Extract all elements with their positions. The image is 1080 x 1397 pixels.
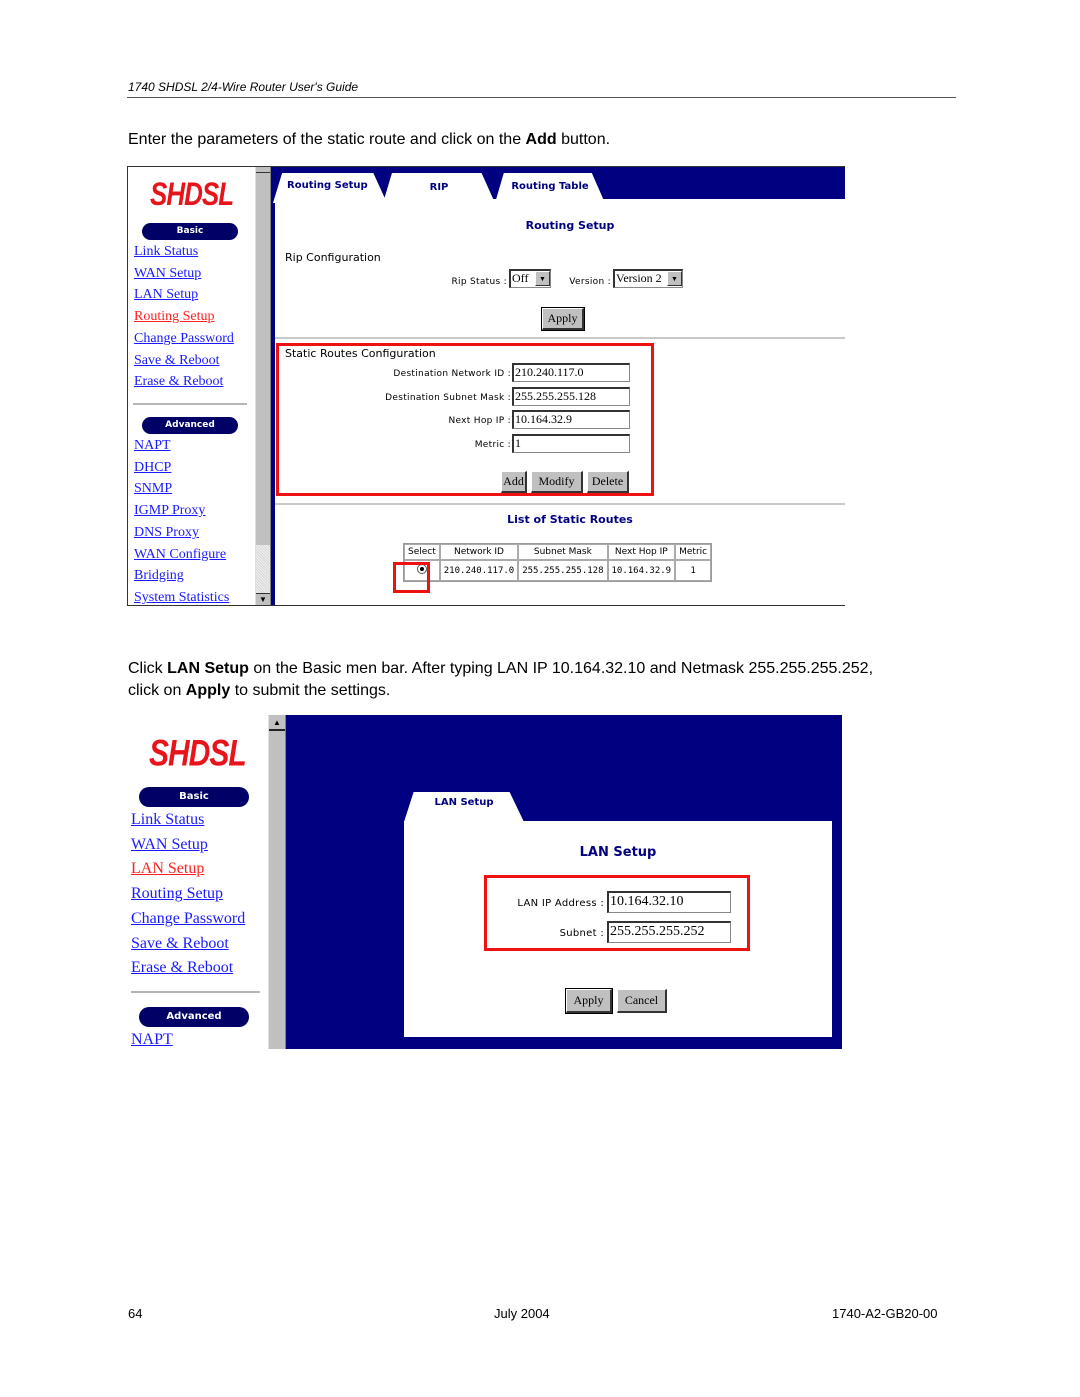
sidebar-item-napt[interactable]: NAPT (131, 1031, 173, 1049)
list-title: List of Static Routes (507, 513, 633, 526)
para2-text: Click (128, 660, 168, 677)
sidebar-item-routing-setup[interactable]: Routing Setup (134, 309, 215, 325)
lan-panel: LAN Setup LAN IP Address :10.164.32.10 Su… (404, 821, 832, 1037)
version-select[interactable]: Version 2 ▼ (613, 269, 683, 288)
sidebar-item-dns-proxy[interactable]: DNS Proxy (134, 525, 199, 541)
sidebar-item-erase-and-reboot[interactable]: Erase & Reboot (131, 959, 233, 977)
basic-section-header: Basic (139, 787, 249, 807)
sidebar-scrollbar[interactable]: ▲ (268, 715, 286, 1049)
sidebar-item-lan-setup[interactable]: LAN Setup (134, 287, 198, 303)
sidebar-item-save-and-reboot[interactable]: Save & Reboot (134, 353, 220, 369)
page-title: LAN Setup (579, 845, 657, 860)
instruction-paragraph-2: Click LAN Setup on the Basic men bar. Af… (128, 658, 873, 702)
table-row: 210.240.117.0 255.255.255.128 10.164.32.9 1 (404, 560, 712, 581)
para1-text: Enter the parameters of the static route… (128, 131, 526, 148)
sidebar-divider (131, 991, 260, 993)
page-title: Routing Setup (525, 219, 615, 232)
content-frame: Routing Setup RIP Routing Table Routing … (271, 167, 845, 605)
table-header-row: Select Network ID Subnet Mask Next Hop IP Me… (404, 544, 712, 560)
scroll-down-icon[interactable]: ▼ (256, 593, 270, 605)
content-frame: LAN Setup LAN Setup LAN IP Address :10.1… (286, 715, 842, 1049)
sidebar-item-link-status[interactable]: Link Status (134, 244, 198, 260)
chevron-down-icon[interactable]: ▼ (535, 271, 550, 286)
running-header: 1740 SHDSL 2/4-Wire Router User's Guide (128, 80, 359, 94)
sidebar-item-napt[interactable]: NAPT (134, 438, 171, 454)
rip-apply-button[interactable]: Apply (541, 307, 585, 331)
cell-network-id: 210.240.117.0 (439, 560, 519, 581)
version-value: Version 2 (616, 271, 662, 285)
sidebar-item-igmp-proxy[interactable]: IGMP Proxy (134, 503, 205, 519)
lan-fields-highlight (484, 875, 750, 951)
sidebar-divider (133, 403, 247, 405)
scroll-up-arrow[interactable] (256, 167, 270, 173)
sidebar-item-dhcp[interactable]: DHCP (134, 460, 171, 476)
static-routes-table: Select Network ID Subnet Mask Next Hop IP Me… (403, 543, 713, 582)
footer-date: July 2004 (494, 1306, 550, 1321)
sidebar-item-erase-and-reboot[interactable]: Erase & Reboot (134, 374, 223, 390)
sidebar-item-change-password[interactable]: Change Password (131, 910, 245, 928)
cell-next-hop: 10.164.32.9 (607, 560, 676, 581)
shdsl-logo: SHDSL (149, 732, 247, 774)
table-body: 210.240.117.0 255.255.255.128 10.164.32.9 1 (404, 560, 712, 581)
column-header-next-hop-ip: Next Hop IP (607, 544, 676, 560)
cell-subnet-mask: 255.255.255.128 (518, 560, 608, 581)
advanced-section-header: Advanced (139, 1007, 249, 1027)
sidebar-item-save-and-reboot[interactable]: Save & Reboot (131, 935, 229, 953)
column-header-select: Select (404, 544, 440, 560)
sidebar-item-change-password[interactable]: Change Password (134, 331, 234, 347)
rip-status-select[interactable]: Off ▼ (509, 269, 551, 288)
para2-text: to submit the settings. (230, 682, 391, 699)
sidebar-item-routing-setup[interactable]: Routing Setup (131, 885, 223, 903)
para1-text-end: button. (556, 131, 611, 148)
lan-setup-screenshot: SHDSL Basic Link Status WAN Setup LAN Setu… (127, 715, 842, 1049)
scroll-up-icon[interactable]: ▲ (269, 715, 285, 731)
tab-lan-setup[interactable]: LAN Setup (404, 792, 524, 822)
scrollbar-track[interactable] (256, 545, 270, 593)
routing-setup-screenshot: SHDSL Basic Link Status WAN Setup LAN Setu… (127, 166, 845, 606)
basic-section-header: Basic (142, 223, 238, 240)
column-header-network-id: Network ID (439, 544, 519, 560)
version-label: Version : (569, 277, 611, 287)
sidebar-item-snmp[interactable]: SNMP (134, 481, 172, 497)
shdsl-logo: SHDSL (150, 175, 234, 213)
para2-bold: Apply (185, 682, 231, 699)
footer-doc-id: 1740-A2-GB20-00 (832, 1306, 938, 1321)
section-divider (275, 337, 845, 339)
cancel-button[interactable]: Cancel (617, 989, 667, 1013)
routing-panel: Routing Setup Rip Configuration Rip Stat… (275, 199, 845, 605)
rip-status-label: Rip Status : (451, 277, 507, 287)
sidebar-item-wan-configure[interactable]: WAN Configure (134, 547, 226, 563)
sidebar: SHDSL Basic Link Status WAN Setup LAN Setu… (127, 715, 268, 1049)
header-rule (127, 97, 956, 98)
section-divider (275, 503, 845, 505)
sidebar: SHDSL Basic Link Status WAN Setup LAN Setu… (128, 167, 256, 605)
chevron-down-icon[interactable]: ▼ (667, 271, 682, 286)
sidebar-scrollbar[interactable]: ▼ (255, 167, 271, 605)
rip-config-label: Rip Configuration (285, 251, 381, 264)
cell-metric: 1 (675, 560, 712, 581)
page-number: 64 (128, 1306, 143, 1321)
apply-button[interactable]: Apply (565, 988, 613, 1014)
para2-text: click on (128, 682, 186, 699)
column-header-subnet-mask: Subnet Mask (518, 544, 608, 560)
sidebar-item-system-statistics[interactable]: System Statistics (134, 590, 229, 606)
column-header-metric: Metric (675, 544, 712, 560)
sidebar-item-wan-setup[interactable]: WAN Setup (131, 836, 208, 854)
select-radio-highlight (393, 562, 430, 593)
advanced-section-header: Advanced (142, 417, 238, 434)
para2-text: on the Basic men bar. After typing LAN I… (248, 660, 874, 677)
sidebar-item-link-status[interactable]: Link Status (131, 811, 204, 829)
rip-status-value: Off (512, 271, 529, 285)
para1-bold: Add (525, 131, 557, 148)
instruction-paragraph-1: Enter the parameters of the static route… (128, 129, 610, 151)
sidebar-item-bridging[interactable]: Bridging (134, 568, 184, 584)
static-routes-highlight (276, 343, 654, 496)
sidebar-item-wan-setup[interactable]: WAN Setup (134, 266, 201, 282)
para2-bold: LAN Setup (167, 660, 249, 677)
sidebar-item-lan-setup[interactable]: LAN Setup (131, 860, 204, 878)
